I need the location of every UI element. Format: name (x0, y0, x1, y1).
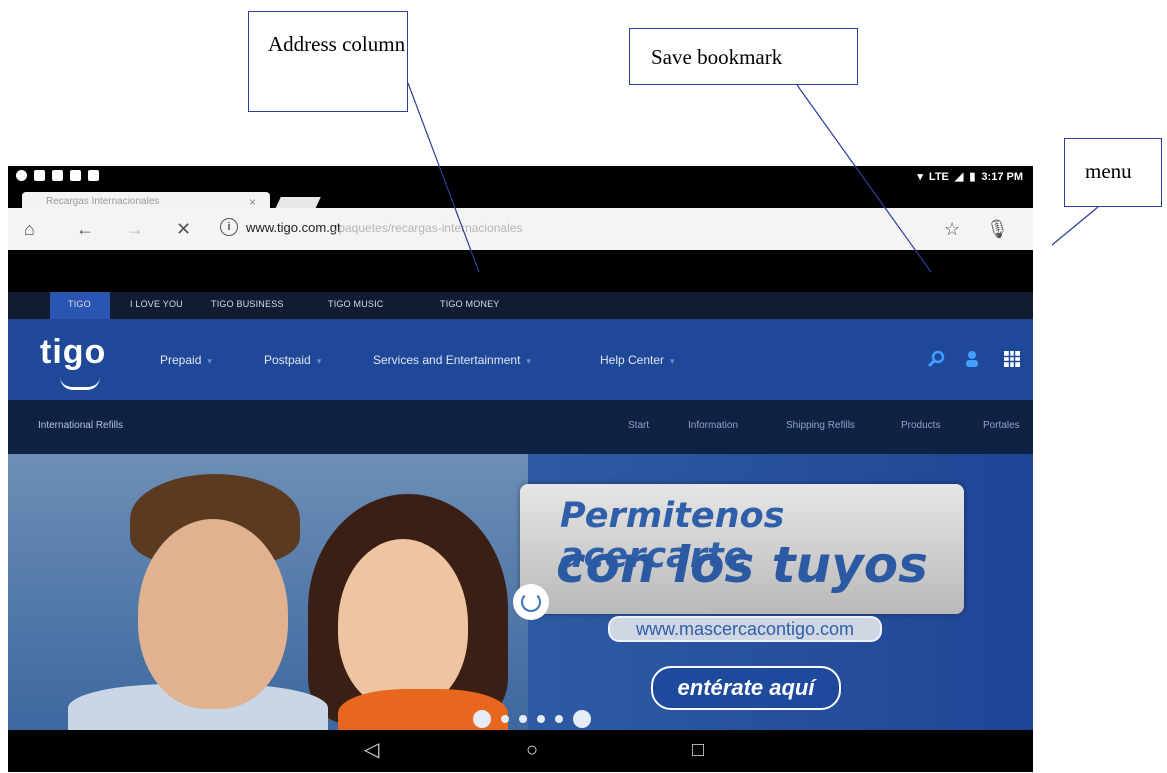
home-icon[interactable]: ⌂ (24, 219, 35, 239)
callout-menu-text: menu (1085, 159, 1132, 183)
carousel-dots (473, 710, 591, 728)
callout-address-column: Address column (248, 11, 408, 112)
nav-help-label: Help Center (600, 353, 665, 367)
hero-man-face (138, 519, 288, 709)
carousel-dot[interactable] (519, 715, 527, 723)
browser-toolbar: ⌂ ← → ✕ i www.tigo.com.gt /paquetes/reca… (8, 208, 1033, 250)
subnav-start[interactable]: Start (628, 420, 649, 431)
url-path: /paquetes/recargas-internacionales (335, 221, 523, 235)
forward-icon[interactable]: → (126, 219, 144, 239)
callout-save-bookmark: Save bookmark (629, 28, 858, 85)
hero-carousel[interactable]: Permitenos acercarte con los tuyos www.m… (8, 454, 1033, 730)
nav-postpaid-label: Postpaid (264, 353, 311, 367)
nav-services[interactable]: Services and Entertainment ▾ (373, 353, 531, 367)
grid-menu-icon[interactable] (1002, 349, 1022, 369)
info-icon[interactable]: i (220, 218, 238, 236)
subnav-portales[interactable]: Portales (983, 420, 1020, 431)
hero-cta-button[interactable]: entérate aquí (651, 666, 841, 710)
subnav-products[interactable]: Products (901, 420, 940, 431)
carousel-next-icon[interactable] (573, 710, 591, 728)
user-icon[interactable] (962, 349, 982, 369)
subnav-shipping-refills[interactable]: Shipping Refills (786, 420, 855, 431)
microphone-icon[interactable]: 🎙 (986, 219, 1009, 239)
tab-title: Recargas Internacionales (46, 196, 160, 207)
logo-smile (60, 377, 100, 390)
nav-prepaid[interactable]: Prepaid ▾ (160, 353, 212, 367)
carousel-dot[interactable] (555, 715, 563, 723)
hero-url-text: www.mascercacontigo.com (635, 619, 855, 639)
clock: 3:17 PM (981, 170, 1023, 183)
chevron-down-icon: ▾ (670, 356, 675, 366)
back-icon[interactable]: ← (76, 219, 94, 239)
loading-spinner-icon (513, 584, 549, 620)
bookmark-star-icon[interactable]: ☆ (944, 219, 960, 239)
chevron-down-icon: ▾ (526, 356, 531, 366)
carousel-dot[interactable] (537, 715, 545, 723)
hero-cta-label: entérate aquí (677, 675, 815, 700)
home-circle-icon[interactable]: ○ (526, 740, 538, 760)
nav-prepaid-label: Prepaid (160, 353, 202, 367)
network-type: LTE (928, 170, 949, 183)
recents-square-icon[interactable]: □ (692, 740, 704, 760)
signal-icon: ◢ (954, 171, 964, 183)
shopping-bag-icon (88, 170, 99, 181)
notification-icons (16, 170, 99, 181)
status-bar: ▾ LTE ◢ ▮ 3:17 PM (8, 166, 1033, 188)
hero-url[interactable]: www.mascercacontigo.com (608, 616, 882, 642)
tab-close-icon[interactable]: × (249, 195, 256, 209)
back-triangle-icon[interactable]: ◁ (364, 740, 379, 760)
nav-postpaid[interactable]: Postpaid ▾ (264, 353, 321, 367)
wifi-icon: ▾ (917, 171, 923, 183)
carousel-prev-icon[interactable] (473, 710, 491, 728)
notification-icon (16, 170, 27, 181)
top-nav-tigo-business[interactable]: TIGO BUSINESS (211, 299, 284, 309)
nav-services-label: Services and Entertainment (373, 353, 521, 367)
section-title: International Refills (38, 420, 124, 431)
chevron-down-icon: ▾ (207, 356, 212, 366)
hero-woman-face (338, 539, 468, 709)
url-host: www.tigo.com.gt (246, 220, 341, 235)
tab-strip: Recargas Internacionales × (8, 188, 1033, 212)
subnav-information[interactable]: Information (688, 420, 738, 431)
top-nav-tigo-music[interactable]: TIGO MUSIC (328, 299, 384, 309)
top-brand-nav: TIGO I LOVE YOU TIGO BUSINESS TIGO MUSIC… (8, 292, 1033, 319)
status-icons: ▾ LTE ◢ ▮ 3:17 PM (917, 170, 1023, 184)
message-icon (52, 170, 63, 181)
search-icon[interactable] (926, 349, 946, 369)
main-nav: tigo Prepaid ▾ Postpaid ▾ Services and Ent… (8, 319, 1033, 400)
callout-address-text: Address column (268, 32, 406, 56)
tigo-logo[interactable]: tigo (40, 333, 106, 372)
gallery-icon (70, 170, 81, 181)
top-nav-i-love-you[interactable]: I LOVE YOU (130, 299, 183, 309)
callout-bookmark-text: Save bookmark (651, 45, 783, 69)
hero-photo (8, 454, 528, 730)
tablet-screen: ▾ LTE ◢ ▮ 3:17 PM Recargas Internacional… (8, 166, 1033, 772)
android-nav-bar: ◁ ○ □ (8, 730, 1033, 772)
callout-menu: menu (1064, 138, 1162, 207)
chevron-down-icon: ▾ (316, 356, 322, 366)
hero-headline-panel: Permitenos acercarte con los tuyos (520, 484, 964, 614)
address-bar[interactable]: i www.tigo.com.gt /paquetes/recargas-int… (210, 215, 930, 243)
hero-headline-2: con los tuyos (556, 536, 928, 594)
top-nav-tigo-money[interactable]: TIGO MONEY (440, 299, 500, 309)
carousel-dot[interactable] (501, 715, 509, 723)
top-nav-tigo[interactable]: TIGO (68, 299, 91, 309)
mail-icon (34, 170, 45, 181)
nav-help-center[interactable]: Help Center ▾ (600, 353, 675, 367)
menu-kebab-icon[interactable]: ⋮ (1028, 219, 1033, 239)
stop-icon[interactable]: ✕ (176, 219, 191, 239)
battery-icon: ▮ (969, 171, 976, 183)
section-subnav: International Refills Start Information … (8, 400, 1033, 454)
